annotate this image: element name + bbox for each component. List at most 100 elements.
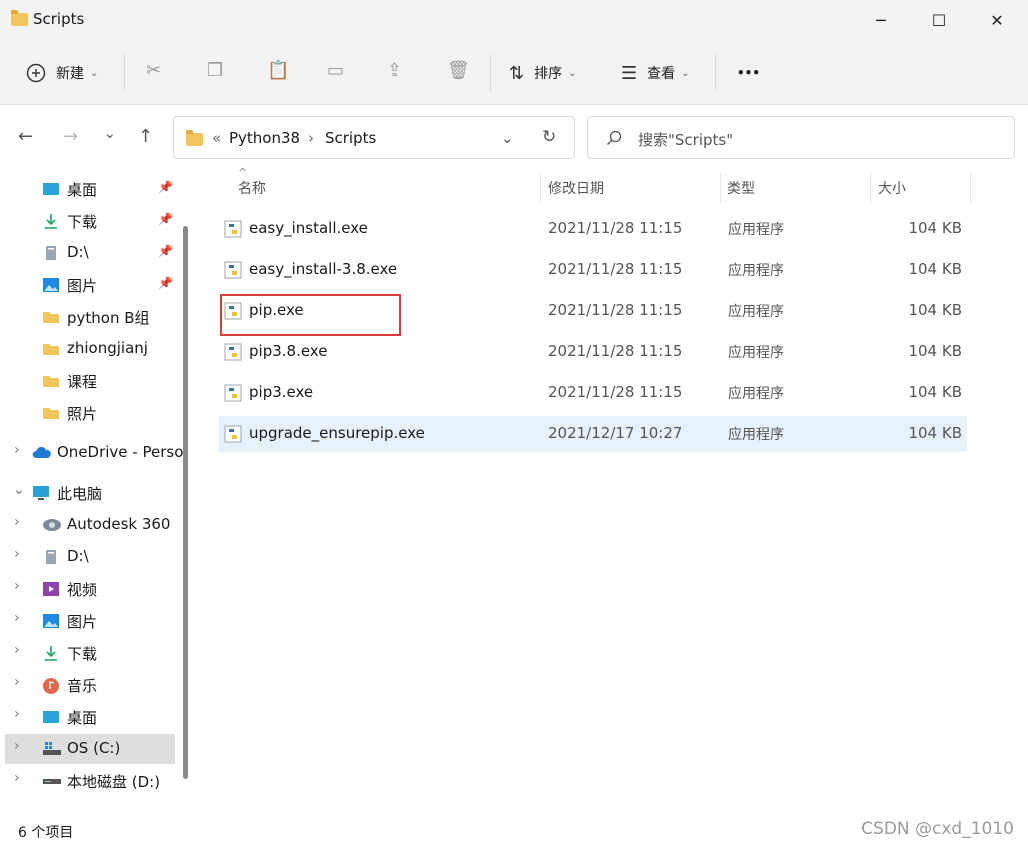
breadcrumb-scripts[interactable]: Scripts [325,129,376,147]
file-name: easy_install.exe [249,219,368,237]
new-label: 新建 [56,66,84,82]
sidebar-item-onedrive[interactable]: › OneDrive - Perso [0,438,183,468]
sidebar-item-pc-2[interactable]: › 视频 [0,574,178,604]
file-type: 应用程序 [728,304,784,320]
sidebar-item-quick-7[interactable]: 照片 [0,398,178,428]
sidebar-item-label: 视频 [67,581,98,599]
column-header-date[interactable]: 修改日期 [548,178,604,198]
chevron-right-icon[interactable]: › [14,738,20,754]
sidebar-item-pc-7[interactable]: › OS (C:) [5,734,175,764]
video-icon [42,581,60,597]
cloud-icon [32,445,51,461]
view-button[interactable]: ☰ 查看 ⌄ [621,58,690,88]
chevron-right-icon[interactable]: › [14,610,20,626]
sidebar-item-pc-6[interactable]: › 桌面 [0,702,178,732]
sidebar-item-label: D:\ [67,243,89,261]
file-row[interactable]: pip3.8.exe 2021/11/28 11:15 应用程序 104 KB [219,334,967,370]
sidebar-item-pc-0[interactable]: › Autodesk 360 [0,510,178,540]
file-row[interactable]: upgrade_ensurepip.exe 2021/12/17 10:27 应用程… [219,416,967,452]
python-exe-icon [224,343,242,361]
drive-icon [42,549,60,565]
sidebar-item-quick-2[interactable]: D:\ 📌 [0,238,178,268]
recent-locations-button[interactable]: ⌄ [104,126,116,142]
column-header-size[interactable]: 大小 [878,178,906,198]
more-options-button[interactable]: ••• [737,58,760,88]
sidebar-item-quick-5[interactable]: zhiongjianj [0,334,178,364]
chevron-right-icon[interactable]: › [14,770,20,786]
chevron-right-icon[interactable]: › [14,442,20,458]
address-dropdown-icon[interactable]: ⌄ [501,129,514,147]
forward-button[interactable]: → [63,126,78,147]
sidebar-item-quick-4[interactable]: python B组 [0,302,178,332]
sidebar-scrollbar[interactable] [183,226,188,779]
file-size: 104 KB [908,342,962,360]
sidebar-item-pc-3[interactable]: › 图片 [0,606,178,636]
sidebar-item-label: Autodesk 360 [67,515,171,533]
sidebar-item-quick-3[interactable]: 图片 📌 [0,270,178,300]
chevron-right-icon[interactable]: › [14,706,20,722]
column-header-type[interactable]: 类型 [727,178,755,198]
file-row[interactable]: easy_install.exe 2021/11/28 11:15 应用程序 104 … [219,211,967,247]
sidebar-item-quick-0[interactable]: 桌面 📌 [0,174,178,204]
sidebar-item-pc-1[interactable]: › D:\ [0,542,178,572]
sidebar-item-label: 本地磁盘 (D:) [67,773,161,791]
copy-icon[interactable]: ❐ [207,60,223,81]
file-row[interactable]: pip3.exe 2021/11/28 11:15 应用程序 104 KB [219,375,967,411]
breadcrumb-overflow[interactable]: « [212,129,221,147]
file-type: 应用程序 [728,263,784,279]
up-button[interactable]: ↑ [138,126,153,147]
column-divider[interactable] [970,172,971,204]
delete-icon[interactable]: 🗑 [447,60,470,81]
sidebar-item-label: 此电脑 [57,485,103,503]
new-button[interactable]: 新建 ⌄ [26,58,98,88]
file-type: 应用程序 [728,386,784,402]
maximize-button[interactable]: ☐ [910,0,968,40]
paste-icon[interactable]: 📋 [267,60,289,81]
sidebar-item-label: OS (C:) [67,739,121,757]
minimize-button[interactable]: ─ [852,0,910,40]
rename-icon[interactable]: ▭ [327,60,344,81]
chevron-down-icon[interactable]: ⌄ [13,482,25,498]
chevron-right-icon[interactable]: › [14,642,20,658]
sidebar-item-label: 照片 [67,405,98,423]
drive-icon [42,245,60,261]
cut-icon[interactable]: ✂ [146,60,161,81]
sort-button[interactable]: ⇅ 排序 ⌄ [509,58,576,88]
close-button[interactable]: ✕ [968,0,1026,40]
chevron-right-icon[interactable]: › [14,514,20,530]
file-name: easy_install-3.8.exe [249,260,398,278]
sidebar-item-quick-1[interactable]: 下载 📌 [0,206,178,236]
folder-icon [42,309,60,325]
chevron-right-icon[interactable]: › [14,578,20,594]
address-bar[interactable]: « Python38 › Scripts ⌄ ↻ [173,116,575,159]
sidebar-item-pc-8[interactable]: › 本地磁盘 (D:) [0,766,178,796]
sidebar-item-this-pc[interactable]: ⌄ 此电脑 [0,478,178,508]
folder-icon [42,341,60,357]
navigation-pane: 桌面 📌 下载 📌 D:\ 📌 图片 📌 python B组 zhiongjianj 课程照片 › On… [0,170,190,815]
chevron-right-icon[interactable]: › [14,546,20,562]
file-size: 104 KB [908,260,962,278]
desktop-icon [42,709,60,725]
sidebar-item-pc-5[interactable]: › 音乐 [0,670,178,700]
file-date: 2021/11/28 11:15 [548,342,683,360]
search-box[interactable]: 搜索"Scripts" [587,116,1015,159]
share-icon[interactable]: ⇪ [387,60,402,81]
column-header-name[interactable]: 名称 [238,178,266,198]
column-divider[interactable] [540,172,541,204]
breadcrumb-python38[interactable]: Python38 [229,129,300,147]
watermark: CSDN @cxd_1010 [861,819,1014,839]
file-row[interactable]: easy_install-3.8.exe 2021/11/28 11:15 应用程序… [219,252,967,288]
annotation-highlight-box [220,294,401,336]
title-bar: Scripts ─ ☐ ✕ [0,0,1028,40]
os-drive-icon [42,741,61,757]
chevron-right-icon[interactable]: › [14,674,20,690]
sidebar-item-quick-6[interactable]: 课程 [0,366,178,396]
search-icon [607,130,622,145]
sidebar-item-pc-4[interactable]: › 下载 [0,638,178,668]
view-list-icon: ☰ [621,62,638,84]
refresh-icon[interactable]: ↻ [542,127,556,147]
sidebar-item-label: python B组 [67,309,150,327]
column-divider[interactable] [720,172,721,204]
back-button[interactable]: ← [18,126,33,147]
column-divider[interactable] [870,172,871,204]
